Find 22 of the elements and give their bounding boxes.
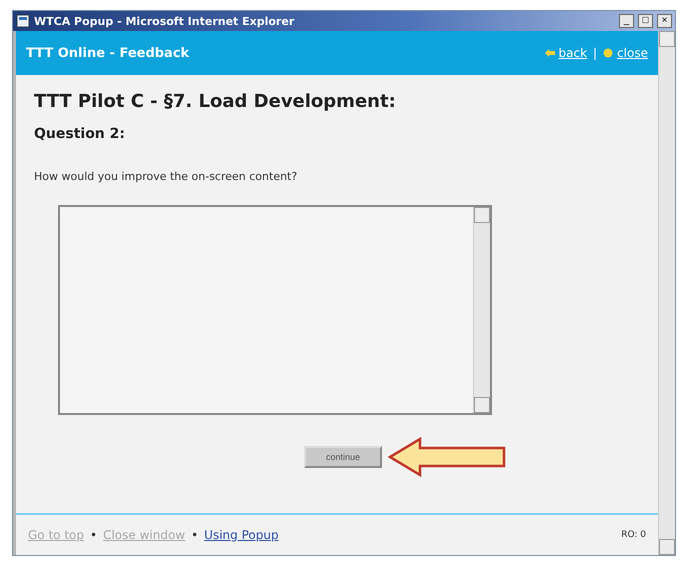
- arrow-icon: [544, 49, 554, 57]
- answer-box[interactable]: [58, 205, 492, 415]
- header-link[interactable]: close: [603, 46, 648, 60]
- page-heading: TTT Pilot C - §7. Load Development:: [34, 91, 397, 112]
- window-control-button[interactable]: ×: [657, 14, 672, 28]
- question-prompt: How would you improve the on-screen content?: [34, 170, 298, 183]
- arrow-icon: [388, 437, 506, 477]
- window-control-button[interactable]: _: [619, 14, 634, 28]
- footer-link[interactable]: Using Popup: [204, 528, 279, 542]
- separator: •: [191, 528, 198, 542]
- scrollbar[interactable]: [658, 31, 675, 555]
- window-control-button[interactable]: □: [638, 14, 653, 28]
- continue-button[interactable]: continue: [304, 446, 382, 468]
- question-title: Question 2:: [34, 126, 126, 142]
- dot-icon: [603, 48, 614, 58]
- separator: •: [90, 528, 98, 542]
- browser-icon: [16, 14, 30, 28]
- page-code: RO: 0: [621, 530, 646, 540]
- window-title: WTCA Popup - Microsoft Internet Explorer: [34, 14, 296, 28]
- separator: |: [593, 46, 598, 60]
- header-title: TTT Online - Feedback: [26, 46, 190, 60]
- header-link[interactable]: back: [544, 46, 588, 60]
